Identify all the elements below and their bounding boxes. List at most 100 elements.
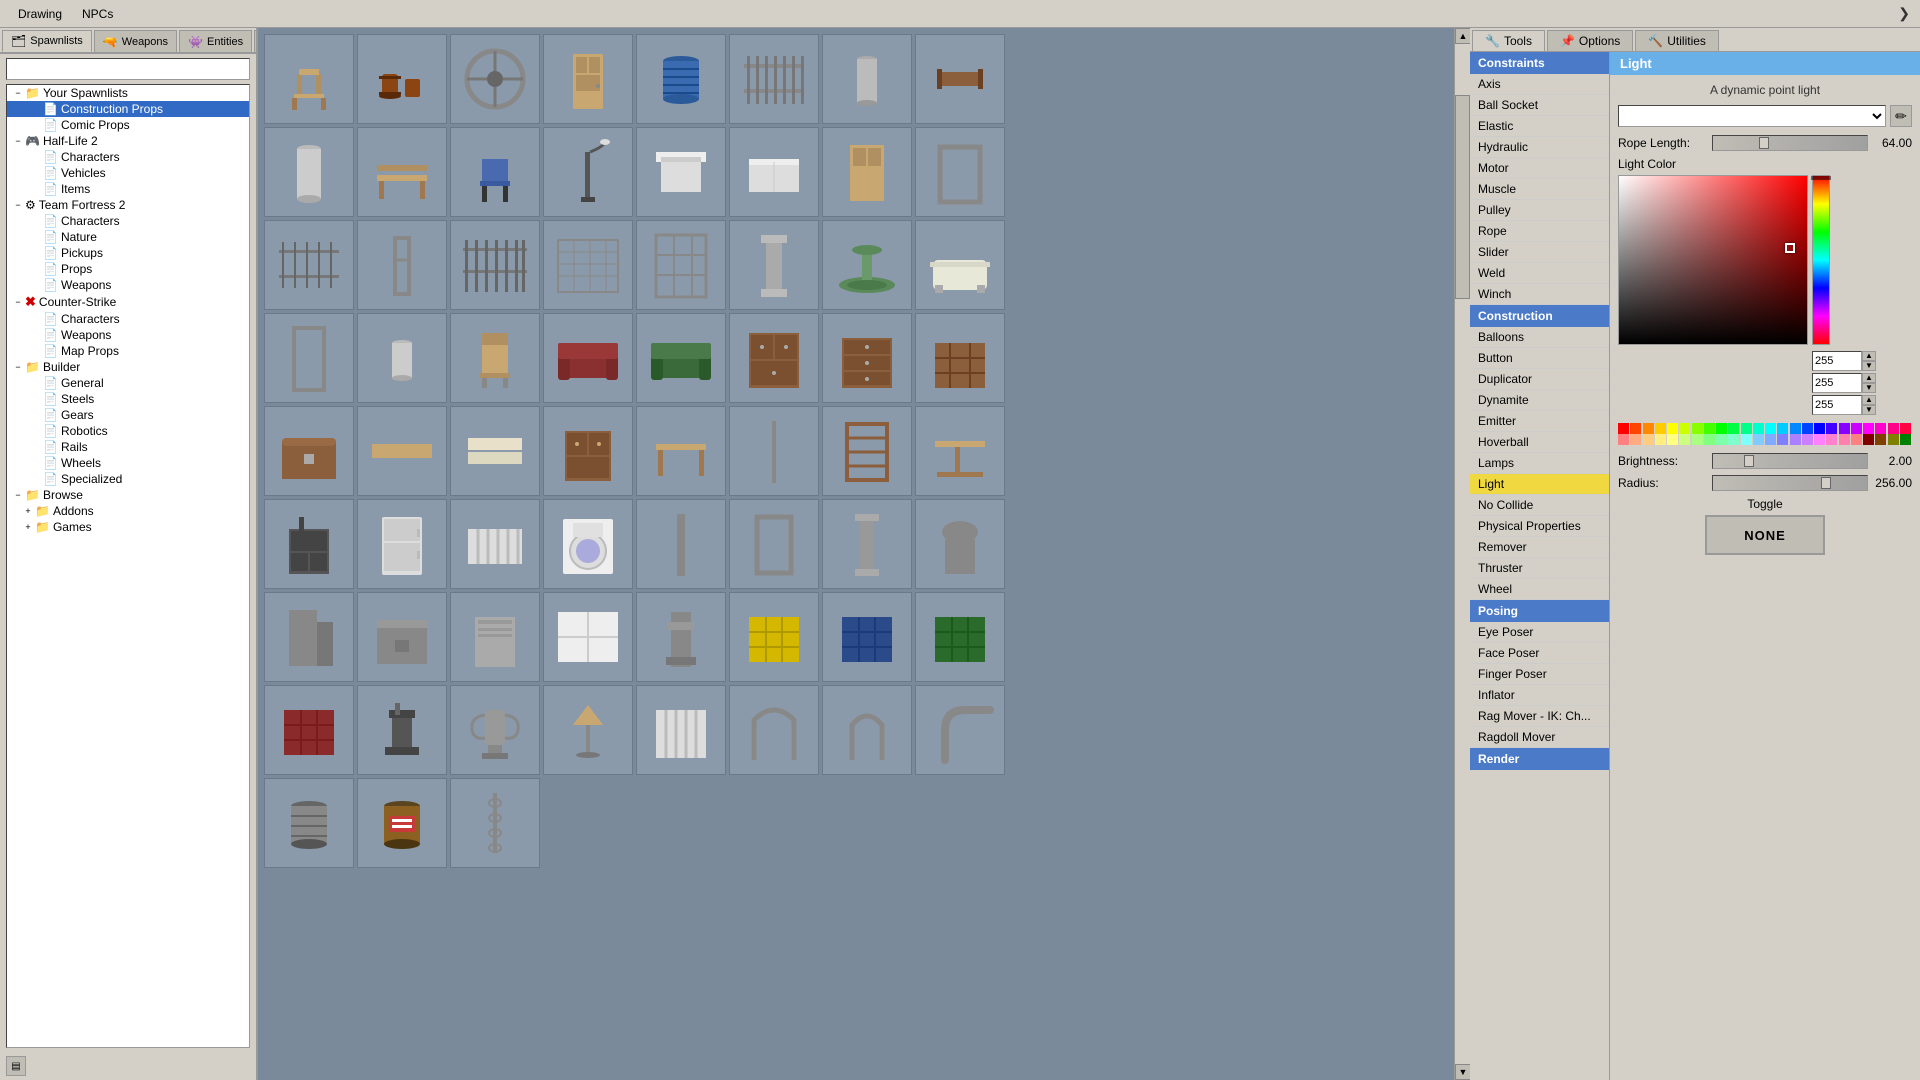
color-g-input[interactable] xyxy=(1812,373,1862,393)
tree-item-hl2-vehicles[interactable]: 📄 Vehicles xyxy=(7,165,249,181)
prop-board1[interactable] xyxy=(357,406,447,496)
color-swatch-41[interactable] xyxy=(1826,434,1837,445)
prop-fence1[interactable] xyxy=(729,34,819,124)
prop-fountain[interactable] xyxy=(822,220,912,310)
prop-barrel2[interactable] xyxy=(264,778,354,868)
prop-shelving[interactable] xyxy=(822,406,912,496)
color-swatch-44[interactable] xyxy=(1863,434,1874,445)
tree-item-builder-general[interactable]: 📄 General xyxy=(7,375,249,391)
construction-physical-properties[interactable]: Physical Properties xyxy=(1470,516,1609,537)
color-swatch-43[interactable] xyxy=(1851,434,1862,445)
prop-table-small[interactable] xyxy=(636,406,726,496)
color-swatch-21[interactable] xyxy=(1875,423,1886,434)
tree-item-cs-map-props[interactable]: 📄 Map Props xyxy=(7,343,249,359)
prop-fence2[interactable] xyxy=(264,220,354,310)
color-swatch-2[interactable] xyxy=(1643,423,1654,434)
prop-sofa-red[interactable] xyxy=(543,313,633,403)
color-swatch-24[interactable] xyxy=(1618,434,1629,445)
color-swatch-38[interactable] xyxy=(1790,434,1801,445)
prop-washing-machine[interactable] xyxy=(543,499,633,589)
tab-utilities[interactable]: 🔨 Utilities xyxy=(1635,30,1719,51)
prop-box2[interactable] xyxy=(729,127,819,217)
color-swatch-9[interactable] xyxy=(1728,423,1739,434)
prop-tombstone[interactable] xyxy=(915,499,1005,589)
tree-item-tf2-props[interactable]: 📄 Props xyxy=(7,261,249,277)
color-swatch-33[interactable] xyxy=(1728,434,1739,445)
color-swatch-37[interactable] xyxy=(1777,434,1788,445)
tree-item-cs[interactable]: − ✖ Counter-Strike xyxy=(7,293,249,311)
expander-cs[interactable]: − xyxy=(11,295,25,309)
expand-arrow[interactable]: ❯ xyxy=(1898,5,1910,22)
prop-crate-green[interactable] xyxy=(915,592,1005,682)
color-swatch-6[interactable] xyxy=(1692,423,1703,434)
color-swatch-5[interactable] xyxy=(1679,423,1690,434)
prop-pipe-bend[interactable] xyxy=(915,685,1005,775)
construction-balloons[interactable]: Balloons xyxy=(1470,327,1609,348)
tab-weapons[interactable]: 🔫 Weapons xyxy=(94,30,177,52)
tree-item-tf2-weapons[interactable]: 📄 Weapons xyxy=(7,277,249,293)
color-swatch-3[interactable] xyxy=(1655,423,1666,434)
tree-item-builder-wheels[interactable]: 📄 Wheels xyxy=(7,455,249,471)
constraint-motor[interactable]: Motor xyxy=(1470,158,1609,179)
prop-frame-tall[interactable] xyxy=(264,313,354,403)
prop-radiator[interactable] xyxy=(450,499,540,589)
prop-cylinder[interactable] xyxy=(822,34,912,124)
construction-dynamite[interactable]: Dynamite xyxy=(1470,390,1609,411)
color-swatch-10[interactable] xyxy=(1741,423,1752,434)
prop-crate-blue[interactable] xyxy=(822,592,912,682)
prop-crate-yellow[interactable] xyxy=(729,592,819,682)
tree-item-tf2-characters[interactable]: 📄 Characters xyxy=(7,213,249,229)
prop-radiator2[interactable] xyxy=(636,685,726,775)
prop-crate[interactable] xyxy=(915,313,1005,403)
construction-remover[interactable]: Remover xyxy=(1470,537,1609,558)
tree-bottom-button[interactable]: ▤ xyxy=(6,1056,26,1076)
tree-item-tf2[interactable]: − ⚙ Team Fortress 2 xyxy=(7,197,249,213)
tab-spawnlists[interactable]: 🗂 Spawnlists xyxy=(2,30,92,52)
tree-item-half-life-2[interactable]: − 🎮 Half-Life 2 xyxy=(7,133,249,149)
tree-item-builder-steels[interactable]: 📄 Steels xyxy=(7,391,249,407)
posing-inflator[interactable]: Inflator xyxy=(1470,685,1609,706)
prop-sofa-green[interactable] xyxy=(636,313,726,403)
expander-addons[interactable]: + xyxy=(21,504,35,518)
prop-door-frame[interactable] xyxy=(729,499,819,589)
prop-bench[interactable] xyxy=(357,127,447,217)
search-input[interactable] xyxy=(6,58,250,80)
tree-view[interactable]: − 📁 Your Spawnlists 📄 Construction Props… xyxy=(6,84,250,1048)
tab-npcs[interactable]: 🤖 NPCs xyxy=(254,30,256,52)
expander-browse[interactable]: − xyxy=(11,488,25,502)
prop-chest2[interactable] xyxy=(357,592,447,682)
color-gradient-box[interactable] xyxy=(1618,175,1808,345)
construction-wheel[interactable]: Wheel xyxy=(1470,579,1609,600)
expander-games[interactable]: + xyxy=(21,520,35,534)
color-swatch-34[interactable] xyxy=(1741,434,1752,445)
tree-item-tf2-nature[interactable]: 📄 Nature xyxy=(7,229,249,245)
constraint-ball-socket[interactable]: Ball Socket xyxy=(1470,95,1609,116)
color-swatch-12[interactable] xyxy=(1765,423,1776,434)
tree-item-browse[interactable]: − 📁 Browse xyxy=(7,487,249,503)
construction-light[interactable]: Light xyxy=(1470,474,1609,495)
radius-slider[interactable] xyxy=(1712,475,1868,491)
color-swatch-36[interactable] xyxy=(1765,434,1776,445)
color-swatch-8[interactable] xyxy=(1716,423,1727,434)
color-swatch-14[interactable] xyxy=(1790,423,1801,434)
prop-dresser[interactable] xyxy=(822,313,912,403)
posing-face-poser[interactable]: Face Poser xyxy=(1470,643,1609,664)
tree-item-builder-rails[interactable]: 📄 Rails xyxy=(7,439,249,455)
color-swatch-13[interactable] xyxy=(1777,423,1788,434)
constraint-muscle[interactable]: Muscle xyxy=(1470,179,1609,200)
color-b-up[interactable]: ▲ xyxy=(1862,395,1876,405)
color-swatch-45[interactable] xyxy=(1875,434,1886,445)
tree-item-comic-props[interactable]: 📄 Comic Props xyxy=(7,117,249,133)
color-swatch-11[interactable] xyxy=(1753,423,1764,434)
prop-fridge[interactable] xyxy=(357,499,447,589)
tree-item-builder-specialized[interactable]: 📄 Specialized xyxy=(7,471,249,487)
prop-cabinet2[interactable] xyxy=(543,406,633,496)
tree-item-construction-props[interactable]: 📄 Construction Props xyxy=(7,101,249,117)
prop-arch2[interactable] xyxy=(822,685,912,775)
prop-chest[interactable] xyxy=(264,406,354,496)
prop-lamp-post[interactable] xyxy=(543,127,633,217)
color-b-input[interactable] xyxy=(1812,395,1862,415)
brightness-slider[interactable] xyxy=(1712,453,1868,469)
color-swatch-20[interactable] xyxy=(1863,423,1874,434)
prop-stool[interactable] xyxy=(264,34,354,124)
